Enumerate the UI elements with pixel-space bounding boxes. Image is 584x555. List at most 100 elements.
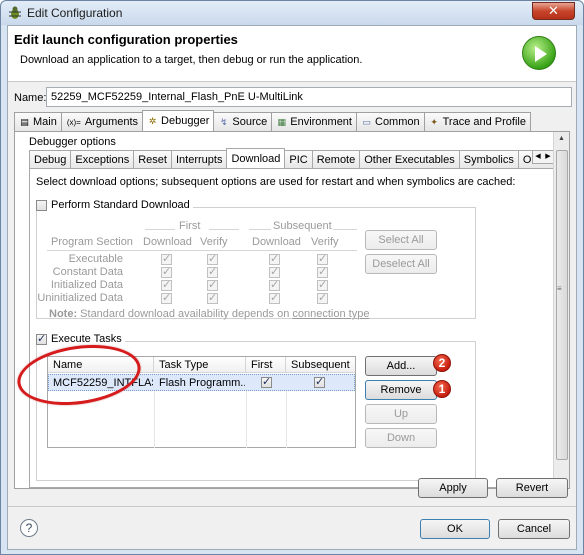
- scroll-thumb[interactable]: [556, 150, 568, 460]
- annotation-marker-2: 2: [433, 354, 451, 372]
- row-initialized-data: Initialized Data: [50, 279, 123, 291]
- name-label: Name:: [14, 92, 47, 104]
- perform-standard-download[interactable]: Perform Standard Download: [36, 199, 193, 211]
- remove-task-button[interactable]: Remove: [365, 380, 437, 400]
- tasks-header-subsequent[interactable]: Subsequent: [286, 357, 355, 373]
- task-subsequent-checkbox[interactable]: [314, 375, 325, 388]
- perform-standard-download-checkbox[interactable]: [36, 199, 47, 211]
- edit-configuration-window: Edit Configuration ✕ Edit launch configu…: [0, 0, 584, 555]
- subtab-interrupts[interactable]: Interrupts: [170, 150, 228, 168]
- download-panel: Select download options; subsequent opti…: [29, 168, 555, 488]
- checkbox-init-sub-download: [269, 278, 280, 291]
- cancel-button[interactable]: Cancel: [498, 519, 570, 539]
- row-executable: Executable: [68, 253, 123, 265]
- ok-button[interactable]: OK: [420, 519, 490, 539]
- verify-first-header: Verify: [200, 236, 228, 248]
- tab-debugger[interactable]: ✲ Debugger: [142, 110, 215, 131]
- tab-environment[interactable]: ▦ Environment: [271, 112, 357, 131]
- dialog-client: Edit launch configuration properties Dow…: [7, 25, 577, 550]
- debugger-options-label: Debugger options: [29, 136, 116, 148]
- dialog-header: Edit launch configuration properties Dow…: [8, 26, 576, 82]
- checkbox-const-sub-download: [269, 265, 280, 278]
- checkbox-const-first-download: [161, 265, 172, 278]
- vertical-scrollbar[interactable]: ▲ ≡ ▼: [553, 132, 569, 488]
- checkbox-const-sub-verify: [317, 265, 328, 278]
- trace-tab-icon: ✦: [430, 116, 438, 127]
- checkbox-exec-first-download: [161, 252, 172, 265]
- chevron-left-icon[interactable]: ◀: [533, 151, 543, 163]
- checkbox-uninit-sub-verify: [317, 291, 328, 304]
- checkbox-uninit-first-verify: [207, 291, 218, 304]
- debugger-tab-icon: ✲: [148, 115, 157, 126]
- select-all-button[interactable]: Select All: [365, 230, 437, 250]
- debug-bug-icon: [9, 6, 21, 19]
- tab-main[interactable]: ▤ Main: [14, 112, 62, 131]
- window-title: Edit Configuration: [27, 6, 123, 20]
- checkbox-init-first-download: [161, 278, 172, 291]
- first-header: First: [179, 220, 201, 232]
- download-first-header: Download: [143, 236, 192, 248]
- name-field[interactable]: 52259_MCF52259_Internal_Flash_PnE U-Mult…: [46, 87, 572, 107]
- configuration-tabs: ▤ Main (x)= Arguments ✲ Debugger ↯ Source ▦ E…: [14, 110, 531, 131]
- execute-tasks[interactable]: Execute Tasks: [36, 332, 125, 345]
- title-bar: Edit Configuration ✕: [1, 1, 583, 25]
- move-down-button[interactable]: Down: [365, 428, 437, 448]
- scroll-up-icon[interactable]: ▲: [558, 135, 565, 142]
- subsequent-header: Subsequent: [273, 220, 332, 232]
- add-task-button[interactable]: Add...: [365, 356, 437, 376]
- checkbox-const-first-verify: [207, 265, 218, 278]
- header-description: Download an application to a target, the…: [20, 54, 363, 66]
- connection-type-link[interactable]: connection type: [292, 308, 369, 320]
- annotation-marker-1: 1: [433, 380, 451, 398]
- subtab-pic[interactable]: PIC: [284, 150, 313, 168]
- tab-trace-and-profile[interactable]: ✦ Trace and Profile: [423, 112, 531, 131]
- chevron-right-icon[interactable]: ▶: [543, 151, 553, 163]
- footer-divider: [8, 506, 576, 507]
- move-up-button[interactable]: Up: [365, 404, 437, 424]
- verify-subsequent-header: Verify: [311, 236, 339, 248]
- debugger-subtabs: Debug Exceptions Reset Interrupts Downlo…: [29, 148, 558, 168]
- checkbox-init-sub-verify: [317, 278, 328, 291]
- checkbox-uninit-first-download: [161, 291, 172, 304]
- task-first-checkbox[interactable]: [261, 375, 272, 388]
- download-note: Note: Standard download availability dep…: [49, 308, 369, 320]
- execute-tasks-checkbox[interactable]: [36, 332, 47, 345]
- note-label: Note:: [49, 308, 78, 320]
- row-uninitialized-data: Uninitialized Data: [37, 292, 123, 304]
- common-tab-icon: ▭: [362, 116, 371, 127]
- subtab-remote[interactable]: Remote: [311, 150, 361, 168]
- deselect-all-button[interactable]: Deselect All: [365, 254, 437, 274]
- subtab-debug[interactable]: Debug: [29, 150, 72, 168]
- tab-source[interactable]: ↯ Source: [213, 112, 273, 131]
- apply-button[interactable]: Apply: [418, 478, 488, 498]
- close-button[interactable]: ✕: [532, 2, 575, 20]
- subtab-other-executables[interactable]: Other Executables: [359, 150, 460, 168]
- perform-standard-download-label: Perform Standard Download: [51, 199, 190, 211]
- execute-tasks-label: Execute Tasks: [51, 333, 122, 345]
- task-type-cell: Flash Programm...: [159, 377, 245, 389]
- subtab-reset[interactable]: Reset: [133, 150, 172, 168]
- standard-download-group: First Subsequent Program Section Downloa…: [36, 207, 476, 320]
- checkbox-uninit-sub-download: [269, 291, 280, 304]
- debugger-panel: Debugger options Debug Exceptions Reset …: [14, 131, 570, 489]
- subtab-symbolics[interactable]: Symbolics: [458, 150, 519, 168]
- arguments-tab-icon: (x)=: [66, 117, 81, 127]
- help-icon[interactable]: ?: [20, 519, 38, 537]
- subtab-scroll-arrows[interactable]: ◀ ▶: [532, 150, 554, 164]
- tasks-header-first[interactable]: First: [246, 357, 286, 373]
- tab-common[interactable]: ▭ Common: [356, 112, 425, 131]
- tab-arguments[interactable]: (x)= Arguments: [60, 112, 144, 131]
- environment-tab-icon: ▦: [277, 116, 286, 127]
- tasks-header-type[interactable]: Task Type: [154, 357, 246, 373]
- checkbox-exec-first-verify: [207, 252, 218, 265]
- subtab-exceptions[interactable]: Exceptions: [70, 150, 135, 168]
- download-info-text: Select download options; subsequent opti…: [36, 176, 516, 188]
- subtab-download[interactable]: Download: [226, 148, 286, 168]
- download-subsequent-header: Download: [252, 236, 301, 248]
- program-section-header: Program Section: [51, 236, 133, 248]
- header-title: Edit launch configuration properties: [14, 32, 238, 47]
- checkbox-exec-sub-verify: [317, 252, 328, 265]
- main-tab-icon: ▤: [20, 116, 29, 127]
- revert-button[interactable]: Revert: [496, 478, 568, 498]
- checkbox-exec-sub-download: [269, 252, 280, 265]
